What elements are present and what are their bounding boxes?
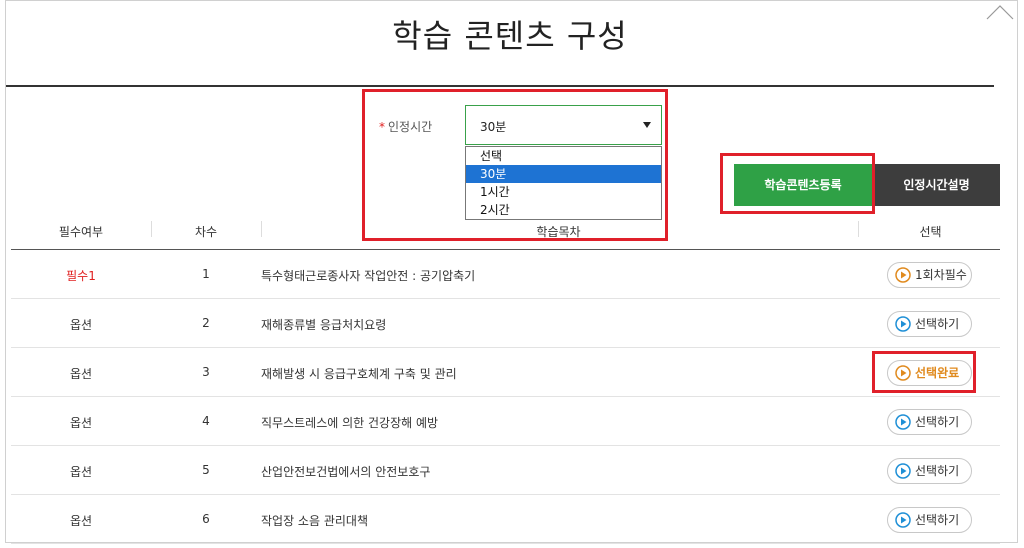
table-row: 옵션 3 재해발생 시 응급구호체계 구축 및 관리 선택완료 (11, 348, 1000, 397)
highlight-time-area (362, 89, 668, 241)
header-divider (151, 221, 152, 237)
play-circle-icon (895, 512, 911, 528)
play-circle-icon (895, 414, 911, 430)
page-title: 학습 콘텐츠 구성 (392, 17, 628, 55)
select-button[interactable]: 선택하기 (887, 409, 972, 435)
table-row: 옵션 6 작업장 소음 관리대책 선택하기 (11, 495, 1000, 544)
highlight-register-button (720, 153, 875, 214)
select-button[interactable]: 선택하기 (887, 507, 972, 533)
row-required: 옵션 (69, 416, 93, 430)
play-circle-icon (895, 267, 911, 283)
row-required: 옵션 (69, 367, 93, 381)
row-order: 6 (202, 512, 210, 526)
select-button[interactable]: 선택하기 (887, 458, 972, 484)
action-label: 1회차필수 (915, 268, 967, 282)
header-required: 필수여부 (58, 225, 104, 239)
row-title: 특수형태근로종사자 작업안전 : 공기압축기 (261, 269, 476, 283)
row-title: 재해종류별 응급처치요령 (261, 318, 387, 332)
time-explain-button[interactable]: 인정시간설명 (873, 164, 1000, 206)
row-title: 작업장 소음 관리대책 (261, 514, 368, 528)
table-row: 필수1 1 특수형태근로종사자 작업안전 : 공기압축기 1회차필수 (11, 250, 1000, 299)
row-order: 2 (202, 316, 210, 330)
header-order: 차수 (194, 225, 218, 239)
action-label: 선택하기 (915, 317, 960, 331)
required-session-button[interactable]: 1회차필수 (887, 262, 972, 288)
table-row: 옵션 5 산업안전보건법에서의 안전보호구 선택하기 (11, 446, 1000, 495)
row-order: 3 (202, 365, 210, 379)
row-title: 산업안전보건법에서의 안전보호구 (261, 465, 431, 479)
row-title: 재해발생 시 응급구호체계 구축 및 관리 (261, 367, 457, 381)
header-select: 선택 (919, 225, 942, 239)
header-divider (858, 221, 859, 237)
row-required: 옵션 (69, 465, 93, 479)
highlight-done-button (872, 351, 976, 393)
row-required: 옵션 (69, 514, 93, 528)
row-order: 1 (202, 267, 210, 281)
action-label: 선택하기 (915, 415, 960, 429)
row-order: 4 (202, 414, 210, 428)
play-circle-icon (895, 316, 911, 332)
table-row: 옵션 4 직무스트레스에 의한 건강장해 예방 선택하기 (11, 397, 1000, 446)
action-label: 선택하기 (915, 513, 960, 527)
select-button[interactable]: 선택하기 (887, 311, 972, 337)
title-divider (6, 85, 994, 87)
table-row: 옵션 2 재해종류별 응급처치요령 선택하기 (11, 299, 1000, 348)
row-order: 5 (202, 463, 210, 477)
row-required: 필수1 (66, 269, 96, 283)
modal-window: 학습 콘텐츠 구성 * 인정시간 30분 선택 30분 1시간 2시간 학습콘텐츠… (5, 0, 1018, 544)
row-required: 옵션 (69, 318, 93, 332)
row-title: 직무스트레스에 의한 건강장해 예방 (261, 416, 439, 430)
action-label: 선택하기 (915, 464, 960, 478)
play-circle-icon (895, 463, 911, 479)
